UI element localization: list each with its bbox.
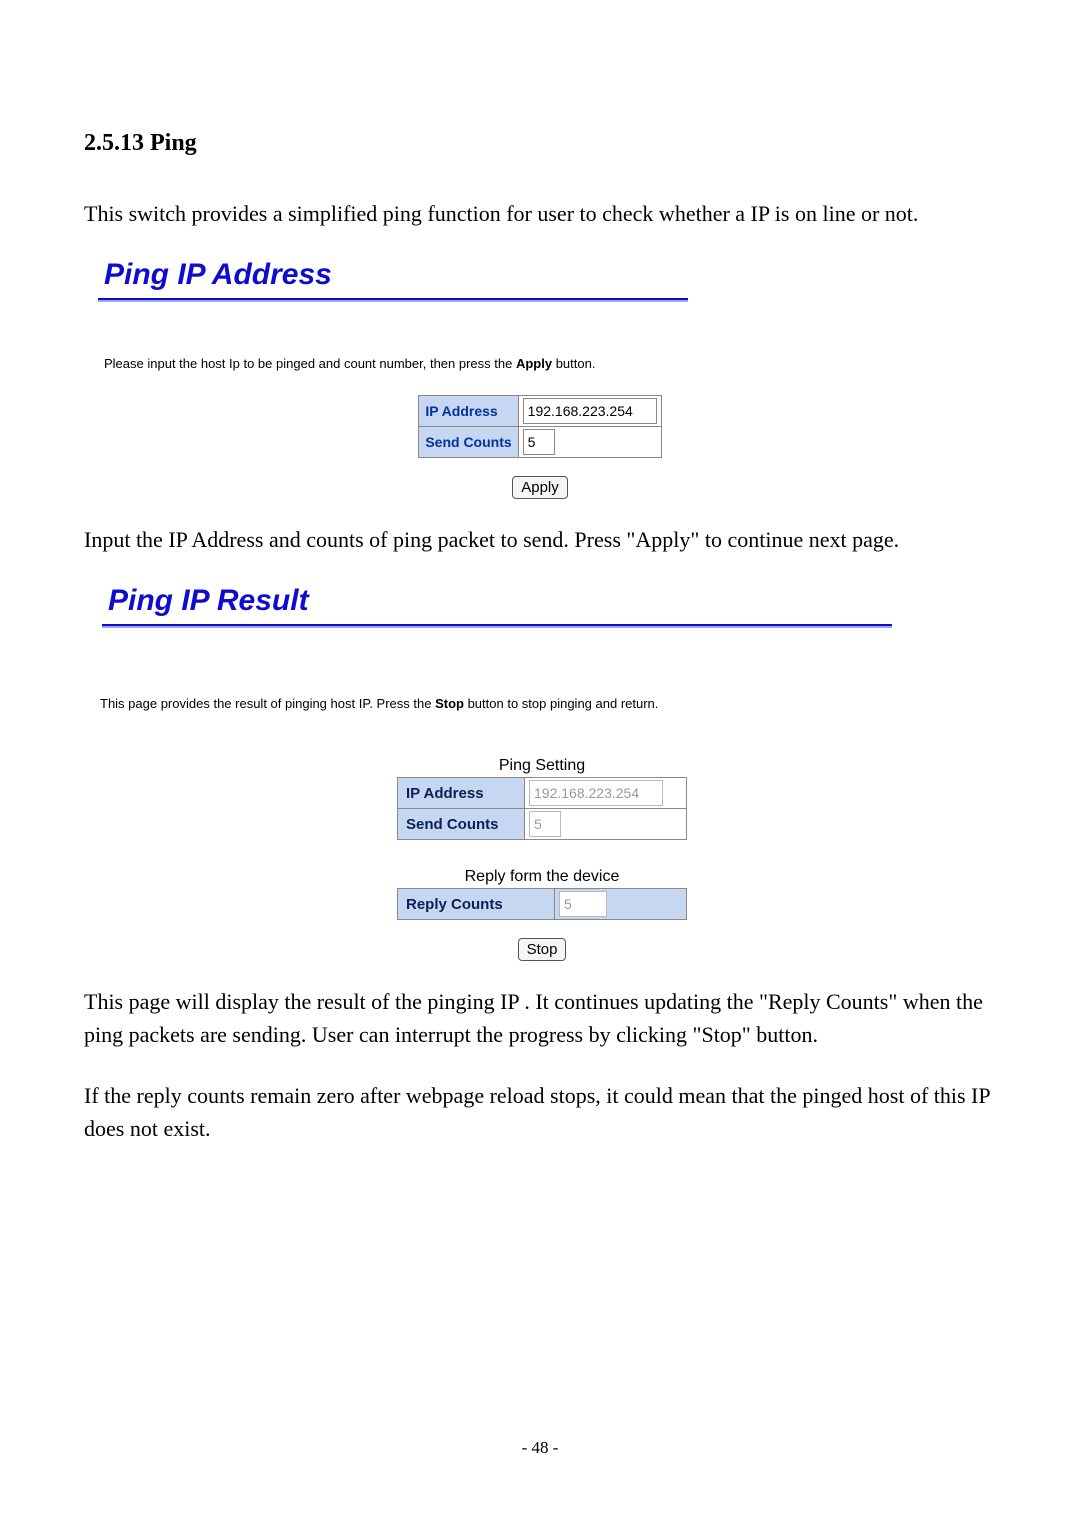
send-counts-label: Send Counts [419, 427, 518, 458]
table-row: Reply Counts [398, 889, 687, 920]
send-counts-field [529, 811, 561, 837]
send-counts-label: Send Counts [398, 809, 525, 840]
instr-text: button to stop pinging and return. [464, 696, 658, 711]
table-row: IP Address [419, 396, 661, 427]
apply-button[interactable]: Apply [512, 476, 568, 499]
ping-result-title: Ping IP Result [108, 584, 984, 618]
send-counts-input[interactable] [523, 429, 555, 455]
ip-address-label: IP Address [398, 778, 525, 809]
reply-device-caption: Reply form the device [100, 868, 984, 886]
ping-result-instruction: This page provides the result of pinging… [100, 696, 984, 711]
divider [98, 298, 688, 300]
table-row: IP Address [398, 778, 687, 809]
reply-counts-field [559, 891, 607, 917]
ping-setting-caption: Ping Setting [100, 757, 984, 775]
instr-bold: Stop [435, 696, 464, 711]
instr-bold: Apply [516, 356, 552, 371]
between-paragraph: Input the IP Address and counts of ping … [84, 523, 996, 556]
post-paragraph-1: This page will display the result of the… [84, 985, 996, 1051]
divider [102, 624, 892, 626]
reply-counts-label: Reply Counts [398, 889, 555, 920]
table-row: Send Counts [419, 427, 661, 458]
instr-text: Please input the host Ip to be pinged an… [104, 356, 516, 371]
ip-address-label: IP Address [419, 396, 518, 427]
ping-result-screenshot: Ping IP Result This page provides the re… [100, 584, 984, 961]
ip-address-input[interactable] [523, 398, 657, 424]
instr-text: button. [552, 356, 595, 371]
instr-text: This page provides the result of pinging… [100, 696, 435, 711]
section-heading: 2.5.13 Ping [84, 130, 996, 157]
stop-button[interactable]: Stop [518, 938, 567, 961]
reply-table: Reply Counts [397, 888, 687, 920]
ping-address-title: Ping IP Address [104, 258, 984, 292]
table-row: Send Counts [398, 809, 687, 840]
ping-address-instruction: Please input the host Ip to be pinged an… [104, 356, 984, 371]
ping-address-screenshot: Ping IP Address Please input the host Ip… [96, 258, 984, 499]
post-paragraph-2: If the reply counts remain zero after we… [84, 1079, 996, 1145]
intro-paragraph: This switch provides a simplified ping f… [84, 197, 996, 230]
ip-address-field [529, 780, 663, 806]
ping-setting-table: IP Address Send Counts [397, 777, 687, 840]
ping-address-table: IP Address Send Counts [418, 395, 661, 458]
page-number: - 48 - [0, 1438, 1080, 1458]
